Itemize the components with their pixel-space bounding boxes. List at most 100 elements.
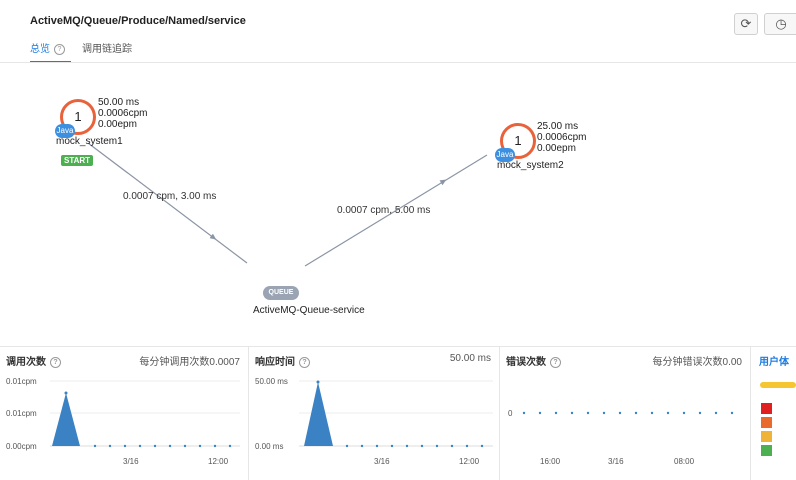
legend-swatch xyxy=(761,445,772,456)
latency-panel: 响应时间? 50.00 ms 50.00 ms 0.00 ms 3/16 12:… xyxy=(249,347,500,480)
edge-label: 0.0007 cpm, 5.00 ms xyxy=(337,205,431,216)
user-title: 用户体 xyxy=(759,357,789,368)
start-badge: START xyxy=(61,155,94,166)
data-dot xyxy=(183,444,187,448)
data-dot xyxy=(730,411,734,415)
errors-chart: 0 16:00 3/16 08:00 xyxy=(508,409,734,466)
x-tick: 16:00 xyxy=(540,457,561,466)
y-tick: 0 xyxy=(508,409,513,418)
queue-node[interactable]: QUEUE xyxy=(263,286,299,300)
topology-graph: 1 Java 50.00 ms 0.0006cpm 0.00epm mock_s… xyxy=(0,63,796,345)
data-dot xyxy=(420,444,424,448)
edge-label: 0.0007 cpm, 3.00 ms xyxy=(123,191,217,202)
data-dot xyxy=(554,411,558,415)
errors-summary: 每分钟错误次数0.00 xyxy=(652,357,742,368)
y-tick: 0.01cpm xyxy=(6,409,37,418)
data-dot xyxy=(153,444,157,448)
data-dot xyxy=(228,444,232,448)
data-dot xyxy=(435,444,439,448)
data-dot xyxy=(586,411,590,415)
data-dot xyxy=(360,444,364,448)
errors-title: 错误次数? xyxy=(506,353,561,368)
edge-line-1 xyxy=(87,142,248,264)
tab-overview-label: 总览 xyxy=(30,44,50,55)
latency-title-text: 响应时间 xyxy=(255,357,295,368)
y-tick: 0.00 ms xyxy=(255,442,283,451)
node-latency: 50.00 ms xyxy=(98,97,140,108)
node-epm: 0.00epm xyxy=(537,143,576,154)
calls-dots xyxy=(64,391,232,448)
y-tick: 50.00 ms xyxy=(255,377,288,386)
x-tick: 3/16 xyxy=(608,457,624,466)
node-cpm: 0.0006cpm xyxy=(537,132,587,143)
tab-overview[interactable]: 总览? xyxy=(30,40,71,63)
calls-title: 调用次数? xyxy=(6,353,61,368)
data-dot xyxy=(168,444,172,448)
queue-name: ActiveMQ-Queue-service xyxy=(253,305,365,316)
data-dot xyxy=(465,444,469,448)
node-name: mock_system2 xyxy=(497,160,564,171)
data-dot xyxy=(93,444,97,448)
clock-icon: ◷ xyxy=(775,16,787,31)
legend-swatch xyxy=(761,417,772,428)
start-badge-wrap: START xyxy=(61,150,94,168)
node-cpm: 0.0006cpm xyxy=(98,108,148,119)
data-dot xyxy=(682,411,686,415)
data-dot xyxy=(64,391,68,395)
data-dot xyxy=(618,411,622,415)
help-icon[interactable]: ? xyxy=(550,357,561,368)
data-dot xyxy=(316,380,320,384)
x-tick: 12:00 xyxy=(459,457,480,466)
data-dot xyxy=(570,411,574,415)
node-count: 1 xyxy=(514,133,522,148)
node-stats: 25.00 ms 0.0006cpm 0.00epm xyxy=(537,121,586,154)
errors-dots xyxy=(522,411,734,415)
data-dot xyxy=(666,411,670,415)
latency-summary: 50.00 ms xyxy=(449,353,491,364)
data-dot xyxy=(138,444,142,448)
calls-chart: 0.01cpm 0.01cpm 0.00cpm 3/16 12:00 xyxy=(6,377,240,466)
data-dot xyxy=(480,444,484,448)
data-dot xyxy=(390,444,394,448)
data-dot xyxy=(450,444,454,448)
data-dot xyxy=(698,411,702,415)
data-dot xyxy=(108,444,112,448)
node-stats: 50.00 ms 0.0006cpm 0.00epm xyxy=(98,97,147,130)
time-range-button[interactable]: ◷ xyxy=(764,13,796,35)
x-tick: 3/16 xyxy=(374,457,390,466)
errors-title-text: 错误次数 xyxy=(506,357,546,368)
legend-swatch xyxy=(761,431,772,442)
data-dot xyxy=(345,444,349,448)
data-dot xyxy=(634,411,638,415)
latency-title: 响应时间? xyxy=(255,353,310,368)
x-tick: 3/16 xyxy=(123,457,139,466)
data-dot xyxy=(650,411,654,415)
node-count: 1 xyxy=(74,109,82,124)
y-tick: 0.01cpm xyxy=(6,377,37,386)
tab-trace[interactable]: 调用链追踪 xyxy=(82,40,132,61)
calls-title-text: 调用次数 xyxy=(6,357,46,368)
node-name: mock_system1 xyxy=(56,136,123,147)
errors-panel: 错误次数? 每分钟错误次数0.00 0 16:00 3/16 08:00 xyxy=(500,347,751,480)
data-dot xyxy=(375,444,379,448)
page-title: ActiveMQ/Queue/Produce/Named/service xyxy=(30,15,246,27)
data-dot xyxy=(714,411,718,415)
help-icon[interactable]: ? xyxy=(299,357,310,368)
data-dot xyxy=(405,444,409,448)
x-tick: 08:00 xyxy=(674,457,695,466)
user-satisfaction-bar xyxy=(760,382,796,388)
help-icon[interactable]: ? xyxy=(50,357,61,368)
user-panel: 用户体 xyxy=(751,347,796,480)
latency-chart: 50.00 ms 0.00 ms 3/16 12:00 xyxy=(255,377,493,466)
data-dot xyxy=(538,411,542,415)
calls-panel: 调用次数? 每分钟调用次数0.0007 0.01cpm 0.01cpm 0.00… xyxy=(0,347,249,480)
refresh-button[interactable]: ⟳ xyxy=(734,13,758,35)
data-dot xyxy=(198,444,202,448)
y-tick: 0.00cpm xyxy=(6,442,37,451)
latency-area xyxy=(304,382,333,446)
node-epm: 0.00epm xyxy=(98,119,137,130)
help-icon[interactable]: ? xyxy=(54,44,65,55)
calls-area xyxy=(52,393,80,446)
data-dot xyxy=(213,444,217,448)
data-dot xyxy=(522,411,526,415)
